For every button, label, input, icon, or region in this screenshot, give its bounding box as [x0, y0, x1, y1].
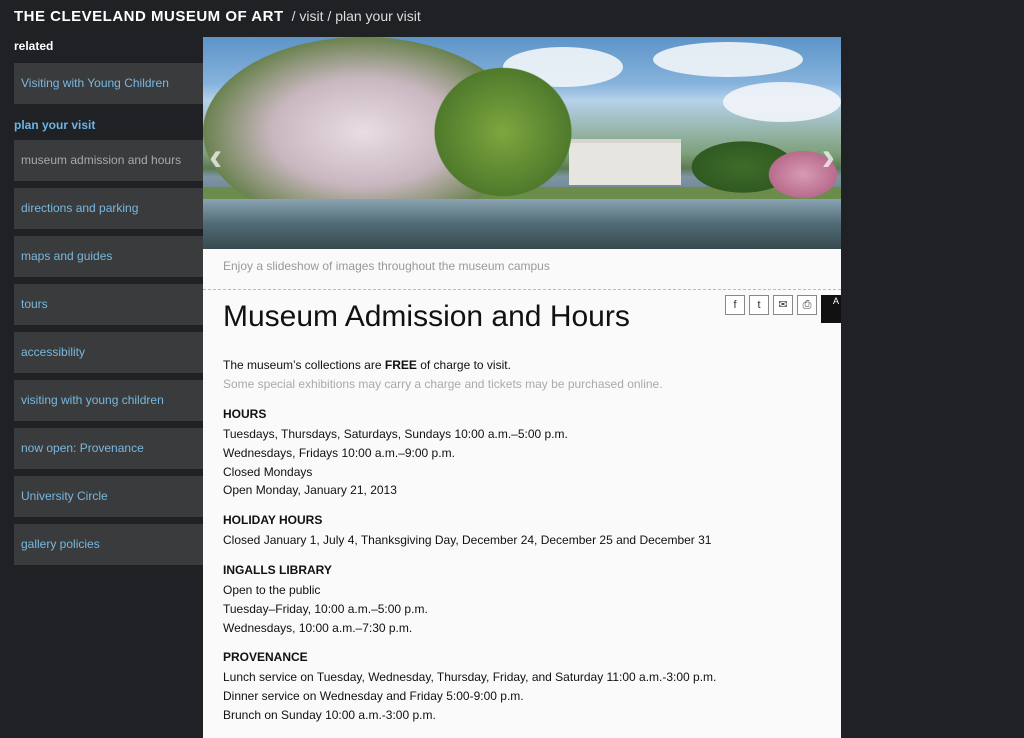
section-line: Brunch on Sunday 10:00 a.m.-3:00 p.m.	[223, 707, 436, 722]
intro-free: FREE	[384, 358, 417, 372]
main-content: ‹ › Enjoy a slideshow of images througho…	[203, 37, 841, 738]
section-line: Wednesdays, 10:00 a.m.–7:30 p.m.	[223, 620, 413, 635]
library-section: INGALLS LIBRARY Open to the public Tuesd…	[223, 562, 821, 637]
section-heading: PROVENANCE	[223, 650, 308, 665]
slideshow-caption: Enjoy a slideshow of images throughout t…	[203, 249, 841, 290]
hours-section: HOURS Tuesdays, Thursdays, Saturdays, Su…	[223, 406, 821, 500]
section-line: Closed January 1, July 4, Thanksgiving D…	[223, 533, 712, 548]
article: f t ✉ ⎙ A Museum Admission and Hours The…	[203, 290, 841, 725]
chevron-right-icon[interactable]: ›	[822, 137, 835, 177]
sidebar-heading-plan-your-visit[interactable]: plan your visit	[14, 118, 203, 132]
section-line: Lunch service on Tuesday, Wednesday, Thu…	[223, 670, 717, 685]
holiday-hours-section: HOLIDAY HOURS Closed January 1, July 4, …	[223, 512, 821, 550]
intro-line: The museum’s collections are FREE of cha…	[223, 356, 821, 375]
sidebar-item-tours[interactable]: tours	[14, 284, 203, 325]
museum-logo-link[interactable]: THE CLEVELAND MUSEUM OF ART	[14, 8, 284, 25]
sidebar-item-gallery-policies[interactable]: gallery policies	[14, 524, 203, 565]
breadcrumb-separator: /	[291, 8, 296, 24]
hero-slideshow-image[interactable]: ‹ ›	[203, 37, 841, 249]
section-line: Closed Mondays	[223, 464, 313, 479]
museum-building-shape	[569, 139, 681, 185]
intro-text: of charge to visit.	[416, 358, 511, 372]
provenance-section: PROVENANCE Lunch service on Tuesday, Wed…	[223, 649, 821, 724]
sidebar-item-visiting-with-young-children[interactable]: visiting with young children	[14, 380, 203, 421]
sidebar-item-university-circle[interactable]: University Circle	[14, 476, 203, 517]
sidebar-item-visiting-with-young-children-related[interactable]: Visiting with Young Children	[14, 63, 203, 104]
sidebar-item-accessibility[interactable]: accessibility	[14, 332, 203, 373]
email-icon[interactable]: ✉	[773, 295, 793, 315]
intro: The museum’s collections are FREE of cha…	[223, 356, 821, 394]
breadcrumb-separator: /	[327, 8, 332, 24]
share-toolbar: f t ✉ ⎙ A	[725, 295, 841, 323]
section-heading: HOURS	[223, 407, 267, 421]
willow-tree-shape	[423, 57, 583, 207]
site-header: THE CLEVELAND MUSEUM OF ART / visit / pl…	[14, 8, 421, 28]
intro-text: The museum’s collections are	[223, 358, 385, 372]
sidebar-item-directions-and-parking[interactable]: directions and parking	[14, 188, 203, 229]
section-line: Tuesdays, Thursdays, Saturdays, Sundays …	[223, 427, 568, 441]
section-line: Open Monday, January 21, 2013	[223, 483, 397, 498]
cloud-shape	[723, 82, 841, 122]
breadcrumb-visit[interactable]: visit	[299, 8, 323, 24]
section-line: Wednesdays, Fridays 10:00 a.m.–9:00 p.m.	[223, 445, 455, 460]
breadcrumb-plan-your-visit[interactable]: plan your visit	[335, 8, 421, 24]
cloud-shape	[653, 42, 803, 77]
sidebar: related Visiting with Young Children pla…	[14, 36, 203, 572]
chevron-left-icon[interactable]: ‹	[209, 137, 222, 177]
twitter-icon[interactable]: t	[749, 295, 769, 315]
section-heading: HOLIDAY HOURS	[223, 513, 323, 528]
section-line: Open to the public	[223, 582, 321, 597]
section-heading: INGALLS LIBRARY	[223, 562, 332, 577]
sidebar-item-maps-and-guides[interactable]: maps and guides	[14, 236, 203, 277]
text-size-icon[interactable]: A	[821, 295, 841, 323]
section-line: Tuesday–Friday, 10:00 a.m.–5:00 p.m.	[223, 601, 428, 616]
sidebar-item-admission-and-hours[interactable]: museum admission and hours	[14, 140, 203, 181]
facebook-icon[interactable]: f	[725, 295, 745, 315]
pond-shape	[203, 199, 841, 249]
sidebar-heading-related: related	[14, 39, 54, 53]
section-line: Dinner service on Wednesday and Friday 5…	[223, 689, 524, 704]
intro-note: Some special exhibitions may carry a cha…	[223, 377, 663, 391]
sidebar-item-provenance[interactable]: now open: Provenance	[14, 428, 203, 469]
breadcrumb: / visit / plan your visit	[292, 8, 421, 24]
print-icon[interactable]: ⎙	[797, 295, 817, 315]
